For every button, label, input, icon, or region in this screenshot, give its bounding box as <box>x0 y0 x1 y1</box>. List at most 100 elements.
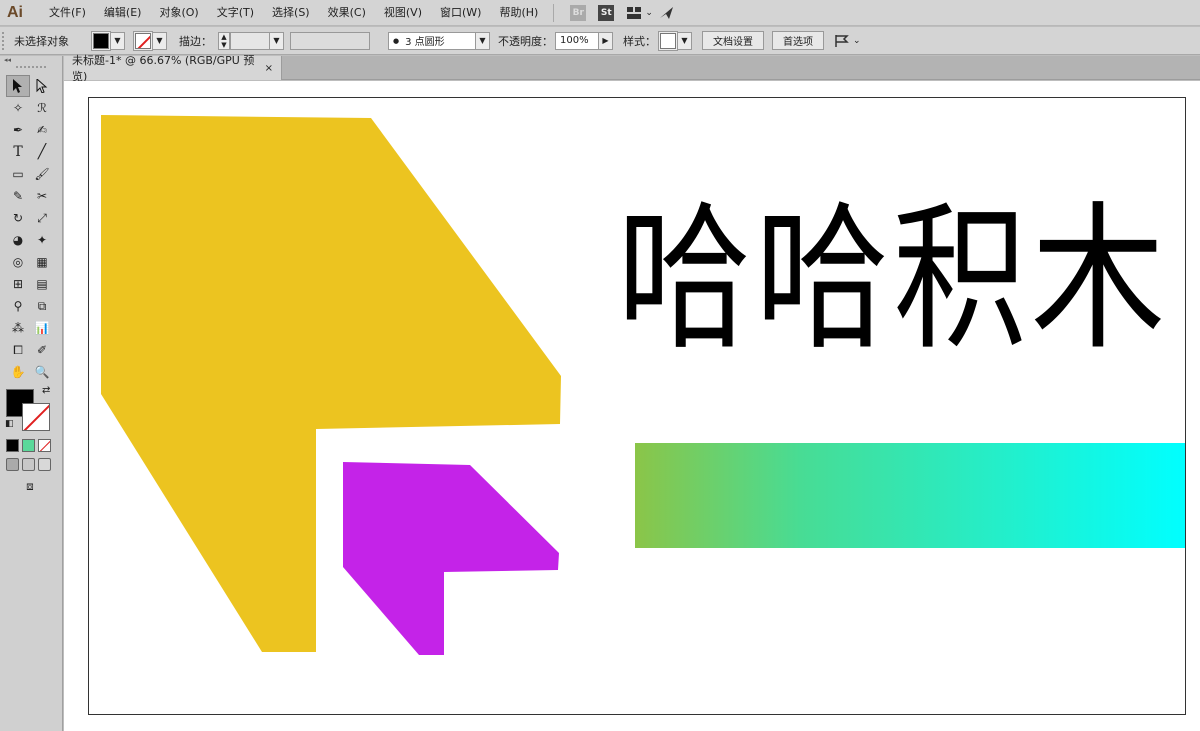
chevron-down-icon[interactable]: ▼ <box>153 31 167 50</box>
paintbrush-tool-icon[interactable]: 🖌 <box>30 163 54 185</box>
opacity-input[interactable]: 100% <box>555 31 599 50</box>
stock-icon[interactable]: St <box>598 4 615 21</box>
draw-normal-icon[interactable] <box>6 458 19 471</box>
color-mode-buttons <box>0 439 62 452</box>
document-tab-title: 未标题-1* @ 66.67% (RGB/GPU 预览) <box>72 54 255 83</box>
arrange-documents-icon[interactable] <box>626 5 642 21</box>
zoom-tool-icon[interactable]: 🔍 <box>30 361 54 383</box>
stroke-color-box[interactable] <box>22 403 50 431</box>
bridge-icon[interactable]: Br <box>570 4 587 21</box>
close-icon[interactable]: × <box>265 63 273 74</box>
perspective-grid-tool-icon[interactable]: ▦ <box>30 251 54 273</box>
menu-select[interactable]: 选择(S) <box>263 0 319 26</box>
curvature-tool-icon[interactable]: ✍ <box>30 119 54 141</box>
column-graph-tool-icon[interactable]: 📊 <box>30 317 54 339</box>
artboard-tool-icon[interactable]: ⧠ <box>6 339 30 361</box>
stroke-swatch[interactable] <box>135 32 151 49</box>
type-tool-icon[interactable]: T <box>6 141 30 163</box>
chevron-down-icon[interactable]: ▼ <box>111 31 125 50</box>
shape-builder-tool-icon[interactable]: ◎ <box>6 251 30 273</box>
line-tool-icon[interactable]: ╱ <box>30 141 54 163</box>
screen-mode-icon[interactable]: ⧈ <box>18 475 42 497</box>
gpu-performance-icon[interactable] <box>659 5 675 21</box>
menu-object[interactable]: 对象(O) <box>150 0 207 26</box>
menu-edit[interactable]: 编辑(E) <box>95 0 151 26</box>
opacity-label[interactable]: 不透明度： <box>498 33 553 49</box>
symbol-sprayer-tool-icon[interactable]: ⁂ <box>6 317 30 339</box>
slice-tool-icon[interactable]: ✐ <box>30 339 54 361</box>
document-tabs: 未标题-1* @ 66.67% (RGB/GPU 预览) × <box>64 54 1200 83</box>
default-fill-stroke-icon[interactable]: ◧ <box>5 419 14 429</box>
gradient-mode-button[interactable] <box>22 439 35 452</box>
fill-stroke-controls: ⇄ ◧ <box>0 385 62 435</box>
chevron-down-icon[interactable]: ⌄ <box>853 36 861 46</box>
brush-definition-field[interactable]: ● 3 点圆形 <box>388 31 476 50</box>
selection-status: 未选择对象 <box>14 34 69 48</box>
none-mode-button[interactable] <box>38 439 51 452</box>
menu-bar: Ai 文件(F) 编辑(E) 对象(O) 文字(T) 选择(S) 效果(C) 视… <box>0 0 1200 26</box>
menu-items: 文件(F) 编辑(E) 对象(O) 文字(T) 选择(S) 效果(C) 视图(V… <box>40 0 547 26</box>
rectangle-tool-icon[interactable]: ▭ <box>6 163 30 185</box>
shaper-tool-icon[interactable]: ✎ <box>6 185 30 207</box>
lasso-tool-icon[interactable]: ℛ <box>30 97 54 119</box>
menu-type[interactable]: 文字(T) <box>208 0 263 26</box>
stroke-weight-input[interactable] <box>230 31 270 50</box>
stroke-label[interactable]: 描边： <box>179 33 212 49</box>
menu-file[interactable]: 文件(F) <box>40 0 95 26</box>
hand-tool-icon[interactable]: ✋ <box>6 361 30 383</box>
purple-block-shape[interactable] <box>343 462 559 655</box>
chevron-down-icon[interactable]: ⌄ <box>645 8 653 18</box>
eyedropper-tool-icon[interactable]: ⚲ <box>6 295 30 317</box>
variable-width-profile[interactable] <box>290 31 370 50</box>
document-setup-button[interactable]: 文档设置 <box>702 31 764 50</box>
panel-grip[interactable] <box>2 31 8 50</box>
artboard[interactable]: 哈哈积木 <box>88 97 1186 715</box>
gradient-rectangle[interactable] <box>635 443 1185 548</box>
app-logo: Ai <box>7 3 23 21</box>
menu-view[interactable]: 视图(V) <box>375 0 431 26</box>
menu-separator <box>553 3 555 22</box>
draw-inside-icon[interactable] <box>38 458 51 471</box>
collapse-panel-icon[interactable]: ◂◂ <box>0 56 62 64</box>
brush-value: 3 点圆形 <box>405 37 445 48</box>
mesh-tool-icon[interactable]: ⊞ <box>6 273 30 295</box>
stroke-weight-stepper[interactable]: ▲ ▼ <box>218 31 230 50</box>
artwork-heading-text[interactable]: 哈哈积木 <box>617 132 1177 427</box>
arrange-icon[interactable] <box>834 33 850 49</box>
selection-tool-icon[interactable] <box>6 75 30 97</box>
menu-effect[interactable]: 效果(C) <box>319 0 375 26</box>
chevron-down-icon[interactable]: ▼ <box>678 31 692 50</box>
puppet-warp-tool-icon[interactable]: ✦ <box>30 229 54 251</box>
menu-window[interactable]: 窗口(W) <box>431 0 490 26</box>
chevron-right-icon[interactable]: ▶ <box>599 31 613 50</box>
preferences-button[interactable]: 首选项 <box>772 31 824 50</box>
drawing-mode-buttons <box>0 458 62 471</box>
tools-panel: ◂◂ ✧ ℛ ✒ ✍ T ╱ ▭ 🖌 ✎ ✂ ↻ ⤢ ◕ ✦ ◎ ▦ ⊞ ▤ ⚲… <box>0 56 63 731</box>
warp-tool-icon[interactable]: ◕ <box>6 229 30 251</box>
panel-grip[interactable] <box>16 66 46 69</box>
stroke-color-control[interactable] <box>133 30 153 51</box>
draw-behind-icon[interactable] <box>22 458 35 471</box>
blend-tool-icon[interactable]: ⧉ <box>30 295 54 317</box>
direct-selection-tool-icon[interactable] <box>30 75 54 97</box>
menu-help[interactable]: 帮助(H) <box>490 0 547 26</box>
style-swatch[interactable] <box>660 32 676 49</box>
document-tab[interactable]: 未标题-1* @ 66.67% (RGB/GPU 预览) × <box>64 54 282 83</box>
chevron-down-icon[interactable]: ▼ <box>476 31 490 50</box>
fill-swatch[interactable] <box>93 32 109 49</box>
color-mode-button[interactable] <box>6 439 19 452</box>
scissors-tool-icon[interactable]: ✂ <box>30 185 54 207</box>
scale-tool-icon[interactable]: ⤢ <box>30 207 54 229</box>
brush-dot-icon: ● <box>393 36 400 45</box>
pen-tool-icon[interactable]: ✒ <box>6 119 30 141</box>
swap-fill-stroke-icon[interactable]: ⇄ <box>42 385 50 396</box>
magic-wand-tool-icon[interactable]: ✧ <box>6 97 30 119</box>
rotate-tool-icon[interactable]: ↻ <box>6 207 30 229</box>
chevron-down-icon[interactable]: ▼ <box>270 31 284 50</box>
graphic-style-control[interactable] <box>658 30 678 51</box>
canvas[interactable]: 哈哈积木 <box>64 81 1200 731</box>
fill-color-control[interactable] <box>91 30 111 51</box>
yellow-block-shape[interactable] <box>101 115 561 652</box>
gradient-tool-icon[interactable]: ▤ <box>30 273 54 295</box>
style-label: 样式： <box>623 34 656 48</box>
